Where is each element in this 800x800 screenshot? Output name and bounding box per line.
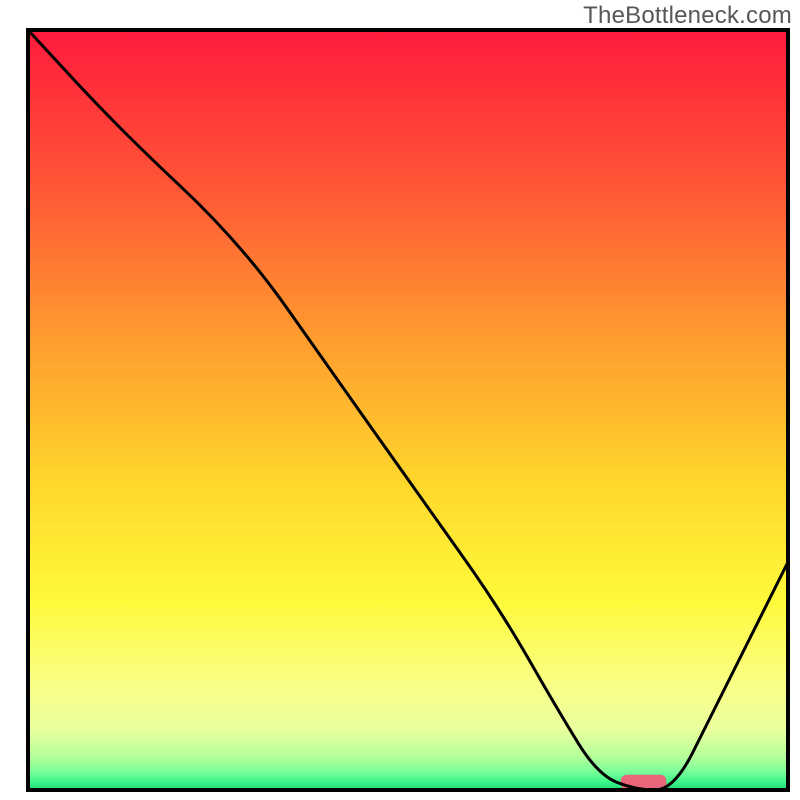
bottleneck-chart: [0, 0, 800, 800]
plot-background: [28, 30, 788, 790]
optimal-marker: [621, 775, 667, 790]
chart-container: TheBottleneck.com: [0, 0, 800, 800]
